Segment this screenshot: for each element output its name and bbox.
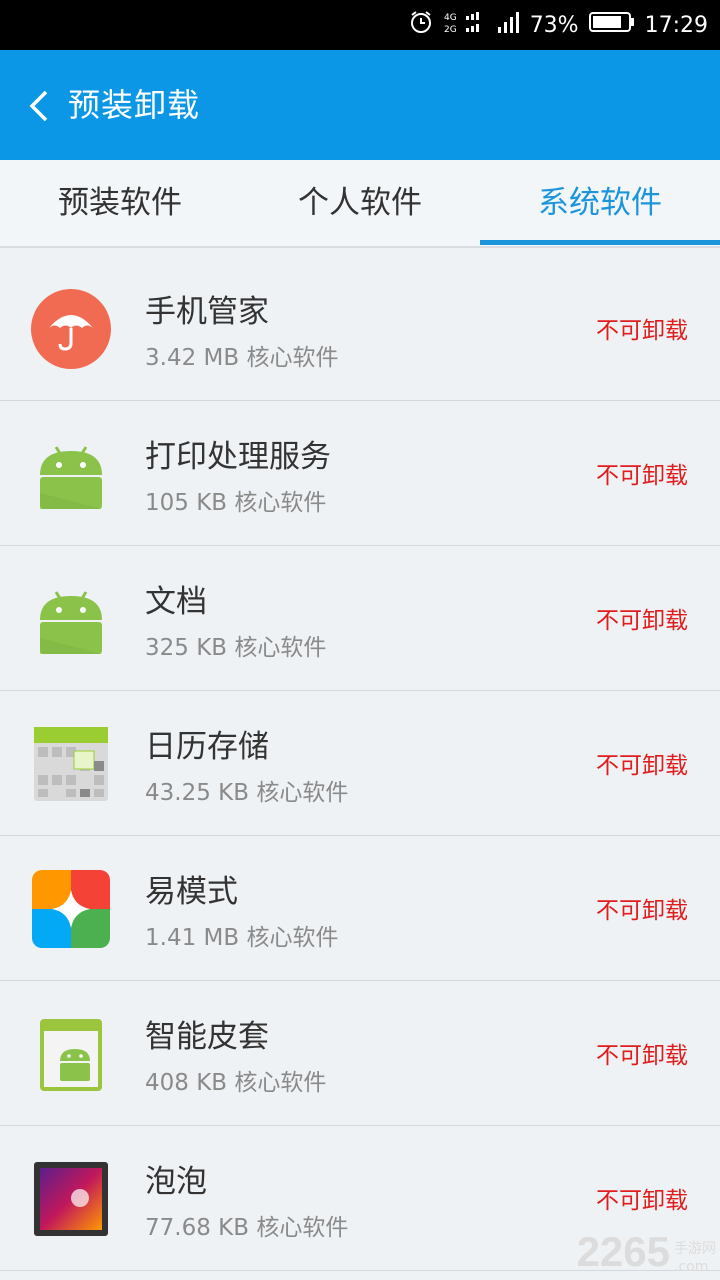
cannot-uninstall-label: 不可卸载 [596, 753, 688, 779]
alarm-icon [408, 9, 434, 41]
app-name: 日历存储 [145, 729, 269, 765]
status-icons: 4G 2G 73% 17:29 [408, 0, 708, 50]
tab-indicator [480, 240, 720, 245]
umbrella-icon [30, 288, 112, 370]
app-name: 智能皮套 [145, 1019, 269, 1055]
app-name: 易模式 [145, 874, 238, 910]
app-name: 打印处理服务 [145, 439, 331, 475]
app-name: 手机管家 [145, 294, 269, 330]
cannot-uninstall-label: 不可卸载 [596, 898, 688, 924]
chevron-left-icon [29, 90, 48, 122]
cannot-uninstall-label: 不可卸载 [596, 1188, 688, 1214]
app-meta: 3.42 MB 核心软件 [145, 345, 339, 371]
app-name: 文档 [145, 584, 207, 620]
cannot-uninstall-label: 不可卸载 [596, 608, 688, 634]
svg-text:2G: 2G [444, 25, 457, 35]
tab-system[interactable]: 系统软件 [480, 160, 720, 246]
list-item[interactable]: 智能皮套 408 KB 核心软件 不可卸载 [0, 981, 720, 1126]
signal-bars-icon [496, 9, 520, 41]
android-icon [30, 578, 112, 660]
tab-bar: 预装软件 个人软件 系统软件 [0, 160, 720, 248]
app-meta: 105 KB 核心软件 [145, 490, 327, 516]
app-meta: 408 KB 核心软件 [145, 1070, 327, 1096]
svg-text:4G: 4G [444, 13, 457, 23]
battery-percent: 73% [529, 12, 579, 38]
watermark-text: 手游网 .com [674, 1241, 716, 1275]
watermark: 2265 手游网 .com [577, 1228, 716, 1276]
app-name: 泡泡 [145, 1164, 207, 1200]
cannot-uninstall-label: 不可卸载 [596, 1043, 688, 1069]
list-item[interactable]: 日历存储 43.25 KB 核心软件 不可卸载 [0, 691, 720, 836]
battery-icon [588, 10, 635, 40]
app-list: 手机管家 3.42 MB 核心软件 不可卸载 打印处理服务 105 KB 核心软… [0, 256, 720, 1271]
cannot-uninstall-label: 不可卸载 [596, 463, 688, 489]
status-bar: 4G 2G 73% 17:29 [0, 0, 720, 50]
cannot-uninstall-label: 不可卸载 [596, 318, 688, 344]
tab-preinstalled[interactable]: 预装软件 [0, 160, 240, 246]
bubble-photo-icon [30, 1158, 112, 1240]
list-item[interactable]: 手机管家 3.42 MB 核心软件 不可卸载 [0, 256, 720, 401]
watermark-brand: 2265 [576, 1228, 670, 1275]
app-meta: 325 KB 核心软件 [145, 635, 327, 661]
list-item[interactable]: 易模式 1.41 MB 核心软件 不可卸载 [0, 836, 720, 981]
app-meta: 77.68 KB 核心软件 [145, 1215, 349, 1241]
signal-4g-2g-icon: 4G 2G [444, 9, 486, 41]
app-header: 预装卸载 [0, 50, 720, 160]
android-icon [30, 433, 112, 515]
easy-mode-icon [30, 868, 112, 950]
back-button[interactable] [24, 80, 64, 130]
android-case-icon [30, 1013, 112, 1095]
list-item[interactable]: 打印处理服务 105 KB 核心软件 不可卸载 [0, 401, 720, 546]
tab-personal[interactable]: 个人软件 [240, 160, 480, 246]
clock: 17:29 [644, 12, 708, 38]
page-title: 预装卸载 [68, 86, 201, 124]
app-meta: 43.25 KB 核心软件 [145, 780, 349, 806]
list-item[interactable]: 文档 325 KB 核心软件 不可卸载 [0, 546, 720, 691]
calendar-grid-icon [30, 723, 112, 805]
app-meta: 1.41 MB 核心软件 [145, 925, 339, 951]
